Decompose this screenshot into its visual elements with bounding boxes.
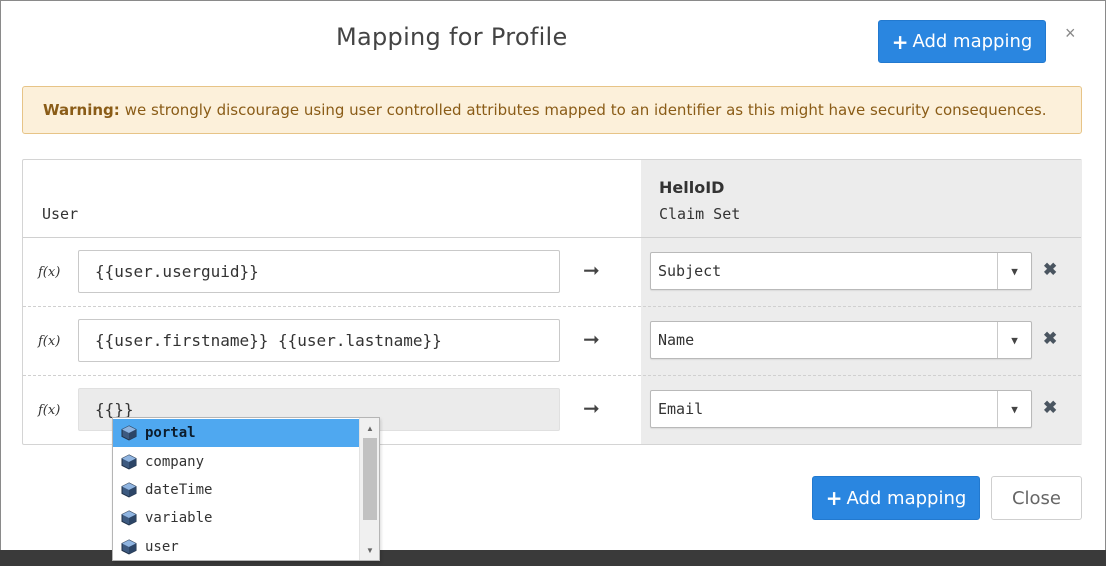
row-divider [23, 375, 1081, 376]
function-icon: f(x) [38, 265, 61, 280]
cube-icon [121, 454, 137, 470]
cube-icon [121, 510, 137, 526]
close-button[interactable]: Close [991, 476, 1082, 520]
remove-row-icon[interactable]: ✖ [1043, 329, 1057, 349]
add-mapping-button-bottom[interactable]: + Add mapping [812, 476, 980, 520]
helloid-column-header: HelloID [659, 178, 725, 197]
arrow-right-icon: ➞ [583, 329, 600, 351]
autocomplete-item-label: variable [145, 510, 213, 526]
close-icon[interactable]: × [1065, 23, 1076, 44]
claim-select[interactable]: Subject ▼ [650, 252, 1032, 290]
autocomplete-item-label: company [145, 454, 205, 470]
cube-icon [121, 539, 137, 555]
autocomplete-item[interactable]: user [113, 533, 359, 561]
warning-alert: Warning: we strongly discourage using us… [22, 86, 1082, 134]
claim-select-value: Name [658, 331, 695, 349]
scroll-up-icon[interactable]: ▲ [360, 420, 380, 436]
autocomplete-item-label: dateTime [145, 482, 213, 498]
function-icon: f(x) [38, 334, 61, 349]
function-icon: f(x) [38, 403, 61, 418]
expression-input[interactable]: {{user.firstname}} {{user.lastname}} [78, 319, 560, 362]
autocomplete-item-label: user [145, 539, 179, 555]
autocomplete-scrollbar[interactable]: ▲ ▼ [359, 418, 379, 560]
claim-select-value: Subject [658, 262, 722, 280]
warning-text: we strongly discourage using user contro… [124, 101, 1047, 119]
header-divider [23, 237, 1081, 238]
autocomplete-item[interactable]: dateTime [113, 476, 359, 504]
arrow-right-icon: ➞ [583, 260, 600, 282]
dialog-title: Mapping for Profile [336, 23, 568, 51]
remove-row-icon[interactable]: ✖ [1043, 398, 1057, 418]
add-mapping-button-top[interactable]: + Add mapping [878, 20, 1046, 63]
chevron-down-icon[interactable]: ▼ [997, 322, 1031, 358]
plus-icon: + [825, 486, 843, 510]
autocomplete-item[interactable]: variable [113, 504, 359, 532]
arrow-right-icon: ➞ [583, 398, 600, 420]
remove-row-icon[interactable]: ✖ [1043, 260, 1057, 280]
chevron-down-icon[interactable]: ▼ [997, 391, 1031, 427]
expression-input[interactable]: {{user.userguid}} [78, 250, 560, 293]
chevron-down-icon[interactable]: ▼ [997, 253, 1031, 289]
warning-strong: Warning: [43, 101, 120, 119]
cube-icon [121, 425, 137, 441]
claim-select[interactable]: Email ▼ [650, 390, 1032, 428]
user-column-header: User [42, 205, 79, 223]
autocomplete-dropdown: portal company dateTime variable user ▲ … [112, 417, 380, 561]
claim-select-value: Email [658, 400, 704, 418]
plus-icon: + [891, 29, 909, 54]
autocomplete-item[interactable]: portal [113, 419, 359, 447]
autocomplete-item-label: portal [145, 425, 196, 441]
claim-set-subheader: Claim Set [659, 205, 741, 223]
autocomplete-item[interactable]: company [113, 448, 359, 476]
add-mapping-label: Add mapping [912, 31, 1033, 52]
mapping-table: User HelloID Claim Set f(x) {{user.userg… [22, 159, 1082, 445]
claim-select[interactable]: Name ▼ [650, 321, 1032, 359]
add-mapping-label: Add mapping [846, 487, 967, 509]
cube-icon [121, 482, 137, 498]
scroll-down-icon[interactable]: ▼ [360, 542, 380, 558]
scrollbar-thumb[interactable] [363, 438, 377, 520]
row-divider [23, 306, 1081, 307]
